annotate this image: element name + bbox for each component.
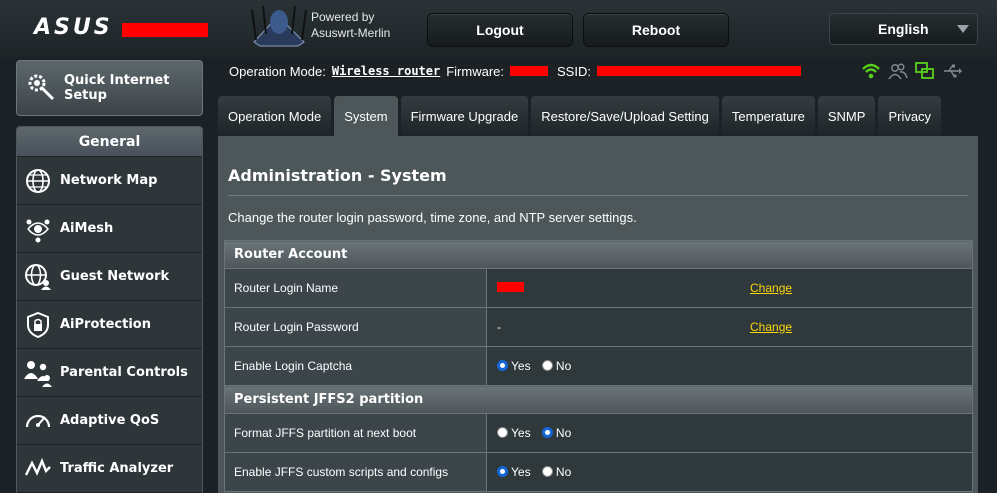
router-login-password-value: - Change bbox=[486, 307, 973, 347]
captcha-yes-option[interactable]: Yes bbox=[497, 359, 531, 373]
family-icon bbox=[22, 357, 54, 389]
enable-login-captcha-label: Enable Login Captcha bbox=[224, 346, 487, 386]
reboot-button[interactable]: Reboot bbox=[583, 13, 729, 47]
radio-unselected[interactable] bbox=[541, 466, 553, 477]
status-bar: Operation Mode: Wireless router Firmware… bbox=[229, 62, 801, 80]
sidebar-item-label: Guest Network bbox=[60, 269, 170, 284]
powered-by: Powered by Asuswrt-Merlin bbox=[311, 9, 390, 41]
shield-lock-icon bbox=[22, 309, 54, 341]
radio-unselected[interactable] bbox=[541, 360, 553, 371]
radio-selected[interactable] bbox=[497, 466, 508, 477]
change-login-password-link[interactable]: Change bbox=[750, 320, 792, 334]
router-login-name-value: Change bbox=[486, 268, 973, 308]
tab-bar: Operation Mode System Firmware Upgrade R… bbox=[218, 96, 942, 136]
sidebar-item-label: AiProtection bbox=[60, 317, 151, 332]
sidebar-menu: General Network Map AiMesh Guest Network… bbox=[16, 126, 203, 493]
quick-setup-label-line1: Quick Internet bbox=[64, 73, 170, 88]
table-row: Format JFFS partition at next boot Yes N… bbox=[224, 413, 973, 453]
jffs-scripts-label: Enable JFFS custom scripts and configs bbox=[224, 452, 487, 492]
sidebar-item-label: Network Map bbox=[60, 173, 158, 188]
users-icon[interactable] bbox=[887, 61, 909, 81]
title-divider bbox=[228, 195, 968, 196]
logo-text: ASUS bbox=[34, 14, 113, 40]
page-description: Change the router login password, time z… bbox=[228, 210, 637, 225]
sidebar-item-aimesh[interactable]: AiMesh bbox=[17, 205, 202, 253]
change-login-name-link[interactable]: Change bbox=[750, 281, 792, 295]
sidebar-item-aiprotection[interactable]: AiProtection bbox=[17, 301, 202, 349]
router-login-password-label: Router Login Password bbox=[224, 307, 487, 347]
sidebar-item-network-map[interactable]: Network Map bbox=[17, 157, 202, 205]
radio-selected[interactable] bbox=[497, 360, 508, 371]
redacted-ssid bbox=[596, 66, 801, 76]
format-jffs-yes-option[interactable]: Yes bbox=[497, 426, 531, 440]
enable-login-captcha-options: Yes No bbox=[486, 346, 973, 386]
language-select[interactable]: English bbox=[829, 13, 978, 45]
router-icon bbox=[251, 5, 307, 47]
usb-icon[interactable] bbox=[941, 61, 963, 81]
section-header-router-account: Router Account bbox=[224, 240, 973, 269]
password-placeholder: - bbox=[497, 320, 501, 334]
table-row: Router Login Password - Change bbox=[224, 307, 973, 347]
tab-firmware-upgrade[interactable]: Firmware Upgrade bbox=[400, 96, 529, 136]
sidebar-item-traffic-analyzer[interactable]: Traffic Analyzer bbox=[17, 445, 202, 493]
guest-globe-icon bbox=[22, 261, 54, 293]
quick-internet-setup-button[interactable]: Quick Internet Setup bbox=[16, 60, 203, 116]
quick-setup-label-line2: Setup bbox=[64, 88, 107, 103]
format-jffs-no-option[interactable]: No bbox=[541, 426, 571, 440]
tab-privacy[interactable]: Privacy bbox=[878, 96, 942, 136]
firmware-name: Asuswrt-Merlin bbox=[311, 26, 391, 40]
router-login-name-label: Router Login Name bbox=[224, 268, 487, 308]
sidebar-item-label: Traffic Analyzer bbox=[60, 461, 174, 476]
speedometer-icon bbox=[22, 405, 54, 437]
jffs-scripts-no-option[interactable]: No bbox=[541, 465, 571, 479]
wifi-icon[interactable] bbox=[860, 61, 882, 81]
chevron-down-icon bbox=[957, 25, 969, 33]
asus-logo: ASUS bbox=[34, 14, 113, 40]
radio-selected[interactable] bbox=[541, 427, 553, 438]
section-header-jffs: Persistent JFFS2 partition bbox=[224, 385, 973, 414]
sidebar-item-adaptive-qos[interactable]: Adaptive QoS bbox=[17, 397, 202, 445]
captcha-no-option[interactable]: No bbox=[541, 359, 571, 373]
sidebar-item-label: Parental Controls bbox=[60, 365, 188, 380]
table-row: Enable JFFS custom scripts and configs Y… bbox=[224, 452, 973, 492]
sidebar-item-guest-network[interactable]: Guest Network bbox=[17, 253, 202, 301]
tab-restore-save-upload[interactable]: Restore/Save/Upload Setting bbox=[531, 96, 719, 136]
sidebar-item-label: AiMesh bbox=[60, 221, 114, 236]
globe-icon bbox=[22, 165, 54, 197]
top-banner: ASUS Powered by Asuswrt-Merlin Logout Re… bbox=[0, 0, 997, 58]
settings-table: Router Account Router Login Name Change … bbox=[224, 240, 973, 492]
redacted-firmware bbox=[510, 66, 548, 76]
wand-gear-icon bbox=[25, 71, 55, 106]
redacted-model-name bbox=[122, 23, 208, 37]
radio-unselected[interactable] bbox=[497, 427, 508, 438]
mesh-icon bbox=[22, 213, 54, 245]
traffic-icon bbox=[22, 453, 54, 485]
language-value: English bbox=[878, 21, 929, 37]
network-icon[interactable] bbox=[914, 61, 936, 81]
format-jffs-options: Yes No bbox=[486, 413, 973, 453]
powered-by-label: Powered by bbox=[311, 10, 375, 24]
tab-operation-mode[interactable]: Operation Mode bbox=[218, 96, 332, 136]
operation-mode-label: Operation Mode: bbox=[229, 63, 326, 79]
ssid-label: SSID: bbox=[557, 63, 591, 79]
format-jffs-label: Format JFFS partition at next boot bbox=[224, 413, 487, 453]
tab-snmp[interactable]: SNMP bbox=[817, 96, 876, 136]
page-title: Administration - System bbox=[228, 166, 447, 185]
sidebar-item-parental-controls[interactable]: Parental Controls bbox=[17, 349, 202, 397]
jffs-scripts-options: Yes No bbox=[486, 452, 973, 492]
sidebar-item-label: Adaptive QoS bbox=[60, 413, 160, 428]
table-row: Enable Login Captcha Yes No bbox=[224, 346, 973, 386]
status-icons bbox=[860, 61, 963, 81]
logout-button[interactable]: Logout bbox=[427, 13, 573, 47]
main-panel: Administration - System Change the route… bbox=[218, 136, 978, 493]
tab-temperature[interactable]: Temperature bbox=[721, 96, 815, 136]
operation-mode-link[interactable]: Wireless router bbox=[332, 64, 440, 78]
firmware-label: Firmware: bbox=[446, 63, 504, 79]
redacted-login-name bbox=[497, 282, 524, 292]
tab-system[interactable]: System bbox=[334, 96, 398, 136]
table-row: Router Login Name Change bbox=[224, 268, 973, 308]
jffs-scripts-yes-option[interactable]: Yes bbox=[497, 465, 531, 479]
sidebar-section-title: General bbox=[17, 127, 202, 157]
